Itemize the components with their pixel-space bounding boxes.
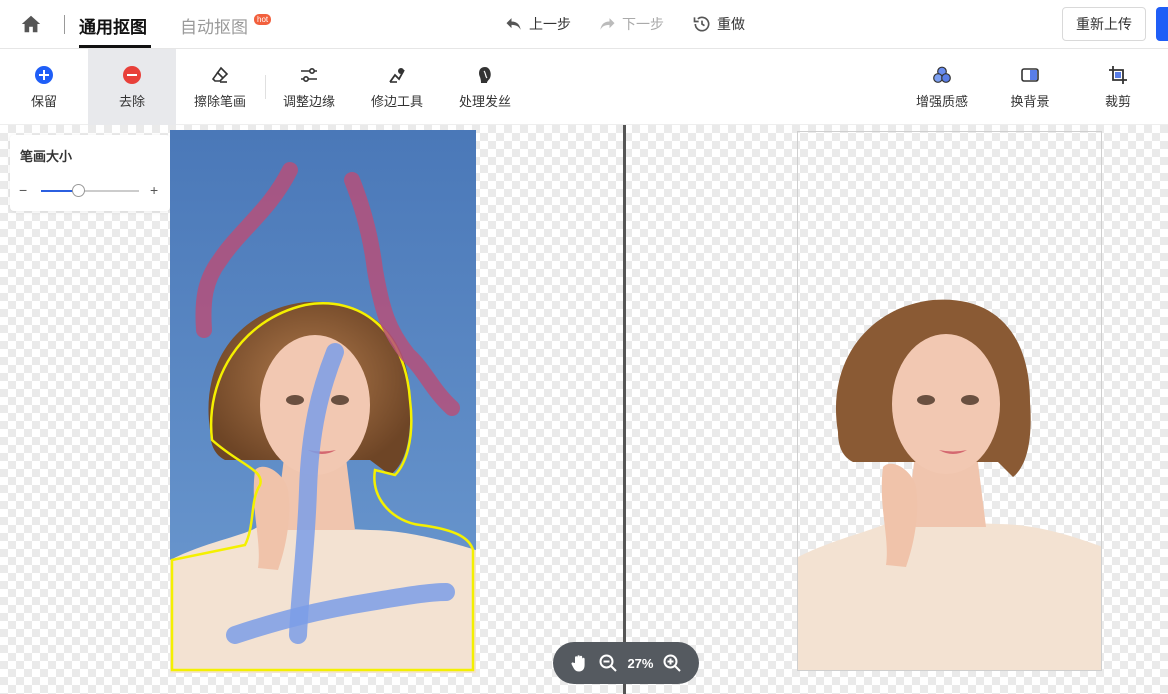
compare-divider[interactable]: [623, 125, 626, 694]
remove-tool[interactable]: 去除: [88, 49, 176, 125]
active-tab-underline: [79, 45, 151, 48]
tool-bar: 保留 去除 擦除笔画 调整边缘 修边工具 处理发丝 增强质感 换背景 裁剪: [0, 49, 1168, 125]
result-blouse: [798, 520, 1101, 670]
redo-button[interactable]: 下一步: [597, 14, 664, 34]
hair-icon: [479, 66, 491, 83]
enhance-label: 增强质感: [915, 93, 968, 109]
undo-label: 上一步: [529, 16, 571, 32]
brush-slider-thumb[interactable]: [72, 184, 85, 197]
eraser-icon: [211, 66, 229, 83]
undo-button[interactable]: 上一步: [504, 14, 571, 34]
cutout-result: [797, 131, 1102, 671]
history-clock-icon: [693, 16, 710, 32]
header-divider: [64, 15, 65, 34]
top-header: 通用抠图 自动抠图 hot 上一步 下一步 重做 重新上传: [0, 0, 1168, 49]
right-eye: [331, 395, 349, 405]
remove-tool-label: 去除: [118, 93, 145, 109]
download-button[interactable]: [1156, 7, 1168, 41]
hair-tool-label: 处理发丝: [458, 93, 511, 109]
minus-circle-icon: [123, 65, 141, 84]
tab-general-cutout[interactable]: 通用抠图: [79, 13, 147, 38]
zoom-in-icon[interactable]: [662, 653, 682, 673]
keep-tool[interactable]: 保留: [0, 49, 88, 125]
editing-canvas[interactable]: 笔画大小 − + 27%: [0, 125, 1168, 694]
sliders-icon: [301, 67, 317, 82]
erase-stroke-tool[interactable]: 擦除笔画: [176, 49, 264, 125]
left-eye: [286, 395, 304, 405]
tab-auto-cutout[interactable]: 自动抠图: [180, 13, 248, 38]
crop-tool[interactable]: 裁剪: [1074, 49, 1162, 125]
hot-badge: hot: [254, 14, 272, 25]
source-image[interactable]: [170, 130, 476, 673]
zoom-out-icon[interactable]: [598, 653, 618, 673]
enhance-circles-icon: [933, 66, 951, 83]
hand-pan-icon[interactable]: [569, 653, 589, 673]
result-right-eye: [961, 395, 979, 405]
hair-tool[interactable]: 处理发丝: [441, 49, 529, 125]
background-swap-icon: [1021, 67, 1039, 82]
brush-size-panel: 笔画大小 − +: [10, 135, 170, 211]
adjust-edge-tool[interactable]: 调整边缘: [265, 49, 353, 125]
change-background-tool[interactable]: 换背景: [986, 49, 1074, 125]
keep-tool-label: 保留: [30, 93, 57, 109]
edge-brush-icon: [389, 67, 405, 83]
redo-label: 下一步: [622, 16, 664, 32]
redo-all-button[interactable]: 重做: [692, 14, 745, 34]
crop-label: 裁剪: [1104, 93, 1131, 109]
cutout-result-canvas: [798, 299, 1101, 670]
brush-size-title: 笔画大小: [20, 149, 73, 164]
zoom-control: 27%: [553, 642, 699, 684]
zoom-level: 27%: [627, 655, 654, 671]
change-background-label: 换背景: [1010, 93, 1050, 109]
result-left-eye: [917, 395, 935, 405]
enhance-tool[interactable]: 增强质感: [898, 49, 986, 125]
crop-icon: [1109, 65, 1127, 84]
source-image-canvas[interactable]: [170, 130, 476, 673]
redo-icon: [600, 18, 615, 30]
brush-decrease-button[interactable]: −: [19, 182, 27, 198]
erase-stroke-label: 擦除笔画: [193, 93, 246, 109]
undo-icon: [506, 18, 521, 30]
plus-circle-icon: [35, 65, 53, 84]
brush-increase-button[interactable]: +: [150, 182, 158, 198]
trim-edge-tool[interactable]: 修边工具: [353, 49, 441, 125]
trim-edge-label: 修边工具: [370, 93, 423, 109]
home-icon[interactable]: [20, 13, 42, 35]
reupload-button[interactable]: 重新上传: [1062, 7, 1146, 41]
redo-all-label: 重做: [717, 16, 745, 32]
adjust-edge-label: 调整边缘: [282, 93, 335, 109]
